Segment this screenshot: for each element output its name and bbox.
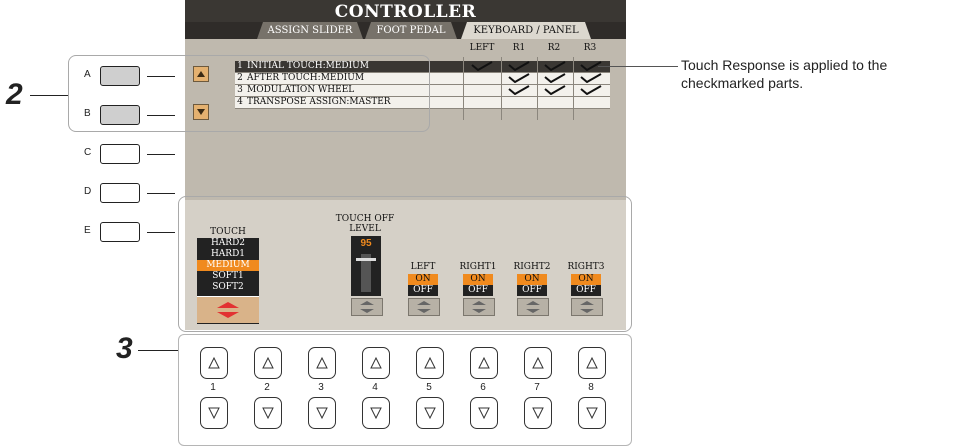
panel-down-button-2[interactable]	[254, 397, 282, 429]
triangle-up-icon	[532, 356, 544, 369]
connector-line	[147, 232, 175, 233]
checkmark-icon[interactable]	[580, 85, 602, 95]
side-button-d[interactable]	[100, 183, 140, 203]
connector-line	[147, 115, 175, 116]
panel-up-button-5[interactable]	[416, 347, 444, 379]
triangle-down-icon	[424, 407, 436, 420]
side-button-a[interactable]	[100, 66, 140, 86]
side-button-e[interactable]	[100, 222, 140, 242]
panel-number: 8	[588, 382, 594, 393]
panel-up-button-2[interactable]	[254, 347, 282, 379]
side-letter-b: B	[84, 108, 91, 119]
panel-up-button-8[interactable]	[578, 347, 606, 379]
checkmark-icon[interactable]	[544, 61, 566, 71]
panel-number: 1	[210, 382, 216, 393]
panel-number: 3	[318, 382, 324, 393]
triangle-down-icon	[478, 407, 490, 420]
checkmark-icon[interactable]	[508, 73, 530, 83]
callout-line	[138, 350, 178, 351]
side-letter-a: A	[84, 69, 91, 80]
step-3-callout: 3	[116, 332, 133, 365]
panel-down-button-4[interactable]	[362, 397, 390, 429]
checkmark-icon[interactable]	[544, 85, 566, 95]
column-header-r2: R2	[547, 43, 561, 53]
panel-down-button-5[interactable]	[416, 397, 444, 429]
panel-number: 5	[426, 382, 432, 393]
panel-down-button-8[interactable]	[578, 397, 606, 429]
side-letter-e: E	[84, 225, 91, 236]
callout-line	[30, 95, 68, 96]
connector-line	[147, 193, 175, 194]
triangle-down-icon	[370, 407, 382, 420]
side-letter-d: D	[84, 186, 92, 197]
connector-line	[147, 154, 175, 155]
side-button-b[interactable]	[100, 105, 140, 125]
title-bar: CONTROLLER	[185, 0, 626, 22]
panel-number: 4	[372, 382, 378, 393]
tab-assign-slider[interactable]: ASSIGN SLIDER	[257, 22, 363, 39]
triangle-down-icon	[262, 407, 274, 420]
screen-title: CONTROLLER	[334, 2, 477, 22]
column-header-left: LEFT	[469, 43, 495, 53]
annotation-line-2: checkmarked parts.	[681, 75, 804, 91]
panel-down-button-1[interactable]	[200, 397, 228, 429]
connector-line	[147, 76, 175, 77]
triangle-up-icon	[424, 356, 436, 369]
column-header-r3: R3	[583, 43, 597, 53]
checkmark-icon[interactable]	[580, 73, 602, 83]
side-button-c[interactable]	[100, 144, 140, 164]
checkmark-icon[interactable]	[471, 61, 493, 71]
triangle-up-icon	[262, 356, 274, 369]
panel-up-button-7[interactable]	[524, 347, 552, 379]
triangle-up-icon	[586, 356, 598, 369]
step-2-callout: 2	[6, 78, 23, 111]
column-header-r1: R1	[512, 43, 526, 53]
panel-up-button-3[interactable]	[308, 347, 336, 379]
tab-foot-pedal[interactable]: FOOT PEDAL	[365, 22, 457, 39]
triangle-up-icon	[208, 356, 220, 369]
panel-number: 7	[534, 382, 540, 393]
checkmark-icon[interactable]	[544, 73, 566, 83]
checkmark-icon[interactable]	[508, 85, 530, 95]
triangle-up-icon	[316, 356, 328, 369]
triangle-down-icon	[586, 407, 598, 420]
step3-highlight	[178, 196, 632, 332]
panel-number: 6	[480, 382, 486, 393]
side-letter-c: C	[84, 147, 92, 158]
annotation-line-1: Touch Response is applied to the	[681, 57, 888, 73]
triangle-down-icon	[316, 407, 328, 420]
panel-down-button-3[interactable]	[308, 397, 336, 429]
triangle-up-icon	[370, 356, 382, 369]
panel-down-button-7[interactable]	[524, 397, 552, 429]
panel-number: 2	[264, 382, 270, 393]
column-divider	[573, 57, 574, 120]
column-divider	[501, 57, 502, 120]
triangle-up-icon	[478, 356, 490, 369]
checkmark-icon[interactable]	[508, 61, 530, 71]
column-divider	[463, 57, 464, 120]
panel-down-button-6[interactable]	[470, 397, 498, 429]
annotation-line	[598, 66, 678, 67]
panel-up-button-1[interactable]	[200, 347, 228, 379]
hardware-button-panel	[178, 334, 632, 446]
triangle-down-icon	[532, 407, 544, 420]
panel-up-button-6[interactable]	[470, 347, 498, 379]
triangle-down-icon	[208, 407, 220, 420]
panel-up-button-4[interactable]	[362, 347, 390, 379]
tab-keyboard-panel[interactable]: KEYBOARD / PANEL	[461, 22, 591, 39]
column-divider	[537, 57, 538, 120]
